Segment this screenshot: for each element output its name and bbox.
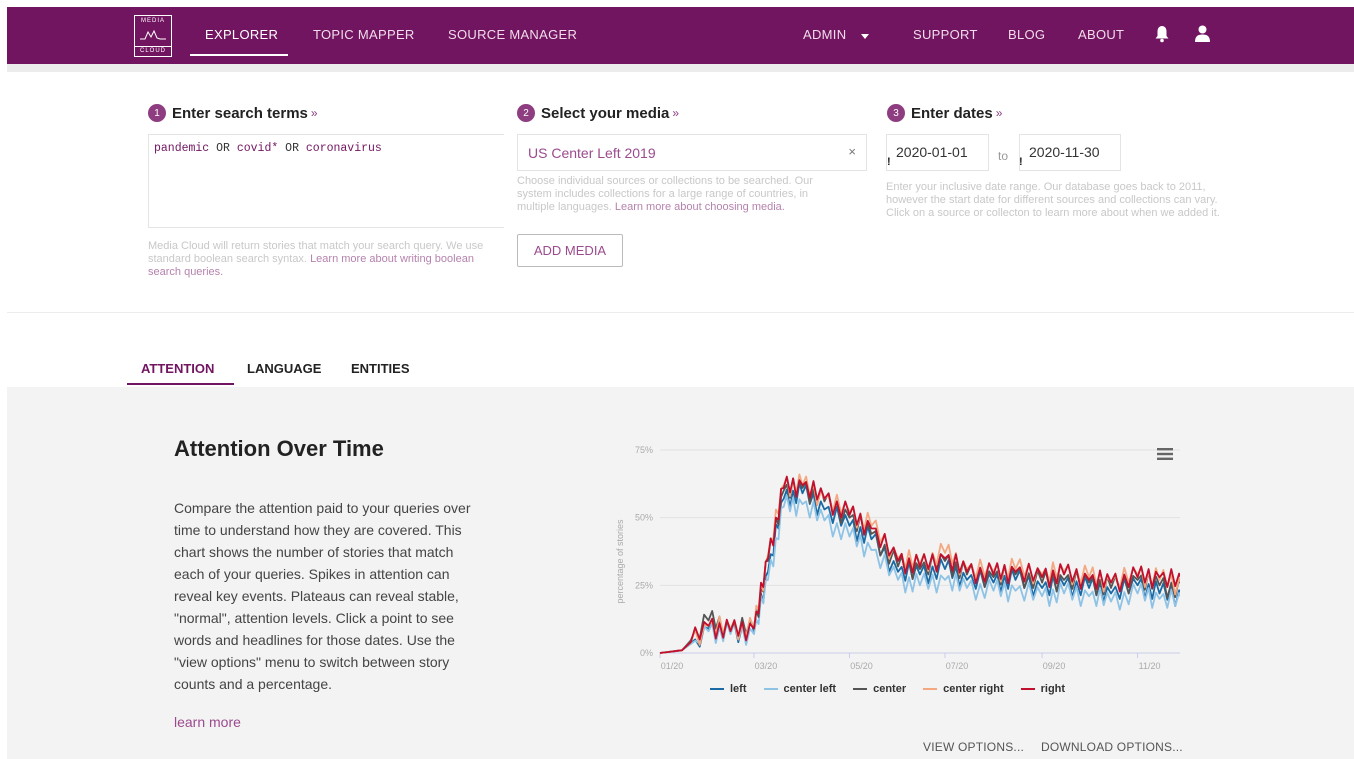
nav-blog[interactable]: BLOG	[1008, 27, 1045, 42]
legend-item[interactable]: right	[1020, 683, 1066, 695]
x-tick-label: 11/20	[1139, 661, 1161, 671]
legend-swatch	[853, 688, 868, 690]
step-number: 2	[517, 104, 535, 122]
y-tick-label: 0%	[640, 648, 653, 658]
nav-explorer[interactable]: EXPLORER	[205, 27, 278, 42]
hamburger-menu-icon[interactable]	[1157, 447, 1173, 461]
search-query-input[interactable]: pandemic OR covid* OR coronavirus	[148, 134, 504, 228]
y-tick-label: 25%	[635, 580, 653, 590]
legend-item[interactable]: center left	[763, 683, 837, 695]
legend-swatch	[710, 688, 724, 690]
raquo-icon: »	[310, 106, 318, 120]
attention-chart[interactable]: 0% 25% 50% 75% 01/20 03/20 05/20 07/20 09/20 11/2…	[580, 432, 1180, 672]
media-help-text: Choose individual sources or collections…	[517, 175, 832, 214]
logo-wave-icon	[140, 29, 166, 40]
legend-swatch	[923, 688, 938, 690]
x-tick-label: 03/20	[755, 661, 778, 671]
tab-active-underline	[127, 383, 234, 385]
legend-label: center right	[943, 683, 1004, 695]
legend-item[interactable]: center right	[923, 683, 1004, 695]
x-tick-label: 01/20	[661, 661, 684, 671]
query-term: covid*	[236, 142, 279, 155]
legend-item[interactable]: left	[710, 683, 747, 695]
series-line-right	[659, 475, 1180, 654]
add-media-button[interactable]: ADD MEDIA	[517, 234, 623, 267]
step-title: Enter search terms	[172, 104, 308, 122]
tab-attention[interactable]: ATTENTION	[141, 361, 214, 376]
chevron-down-icon[interactable]	[861, 34, 869, 39]
end-date-input[interactable]: 2020-11-30	[1019, 134, 1121, 171]
query-operator: OR	[285, 142, 299, 155]
media-help-link[interactable]: Learn more about choosing media.	[615, 201, 785, 213]
tab-entities[interactable]: ENTITIES	[351, 361, 410, 376]
section-divider	[7, 312, 1354, 313]
step-search-terms: 1 Enter search terms »	[148, 104, 318, 122]
nav-admin[interactable]: ADMIN	[803, 27, 846, 42]
x-tick-label: 07/20	[946, 661, 969, 671]
legend-item[interactable]: center	[853, 683, 906, 695]
app-frame: MEDIA CLOUD EXPLORER TOPIC MAPPER SOURCE…	[7, 7, 1354, 759]
y-axis-label: percentage of stories	[615, 519, 625, 604]
legend-label: center left	[783, 683, 837, 695]
tab-language[interactable]: LANGUAGE	[247, 361, 321, 376]
legend-swatch	[763, 688, 778, 690]
y-tick-label: 50%	[635, 513, 653, 523]
user-icon[interactable]	[1195, 25, 1210, 42]
raquo-icon: »	[672, 106, 680, 120]
logo-text-bottom: CLOUD	[135, 46, 171, 54]
step-number: 3	[887, 104, 905, 122]
legend-label: left	[730, 683, 747, 695]
nav-support[interactable]: SUPPORT	[913, 27, 978, 42]
media-cloud-logo[interactable]: MEDIA CLOUD	[134, 15, 172, 57]
download-options-button[interactable]: DOWNLOAD OPTIONS...	[1041, 740, 1183, 754]
nav-source-manager[interactable]: SOURCE MANAGER	[448, 27, 577, 42]
nav-sub-bar	[7, 64, 1354, 72]
nav-about[interactable]: ABOUT	[1078, 27, 1124, 42]
date-to-label: to	[998, 149, 1009, 163]
section-description: Compare the attention paid to your queri…	[174, 500, 471, 692]
legend-label: right	[1040, 683, 1066, 695]
start-date-input[interactable]: 2020-01-01	[886, 134, 989, 171]
media-picker[interactable]: US Center Left 2019 ×	[517, 134, 867, 171]
top-nav: MEDIA CLOUD EXPLORER TOPIC MAPPER SOURCE…	[7, 7, 1354, 64]
raquo-icon: »	[995, 106, 1003, 120]
query-operator: OR	[216, 142, 230, 155]
step-enter-dates: 3 Enter dates »	[887, 104, 1002, 122]
x-tick-label: 09/20	[1043, 661, 1066, 671]
nav-active-underline	[190, 54, 288, 56]
nav-topic-mapper[interactable]: TOPIC MAPPER	[313, 27, 415, 42]
step-title: Enter dates	[911, 104, 993, 122]
view-options-button[interactable]: VIEW OPTIONS...	[923, 740, 1024, 754]
chart-legend: left center left center center right right	[710, 683, 1082, 695]
query-term: pandemic	[154, 142, 210, 155]
bell-icon[interactable]	[1155, 25, 1169, 43]
x-tick-label: 05/20	[850, 661, 873, 671]
step-title: Select your media	[541, 104, 670, 122]
query-help-text: Media Cloud will return stories that mat…	[148, 240, 493, 279]
learn-more-link[interactable]: learn more	[174, 714, 241, 730]
step-number: 1	[148, 104, 166, 122]
legend-swatch	[1020, 688, 1035, 690]
y-tick-label: 75%	[635, 445, 653, 455]
query-term: coronavirus	[305, 142, 382, 155]
media-chip[interactable]: US Center Left 2019	[528, 145, 656, 161]
close-icon[interactable]: ×	[848, 144, 856, 159]
legend-label: center	[873, 683, 907, 695]
logo-text-top: MEDIA	[140, 18, 165, 24]
section-title: Attention Over Time	[174, 436, 384, 461]
date-help-text: Enter your inclusive date range. Our dat…	[886, 181, 1220, 219]
step-select-media: 2 Select your media »	[517, 104, 679, 122]
